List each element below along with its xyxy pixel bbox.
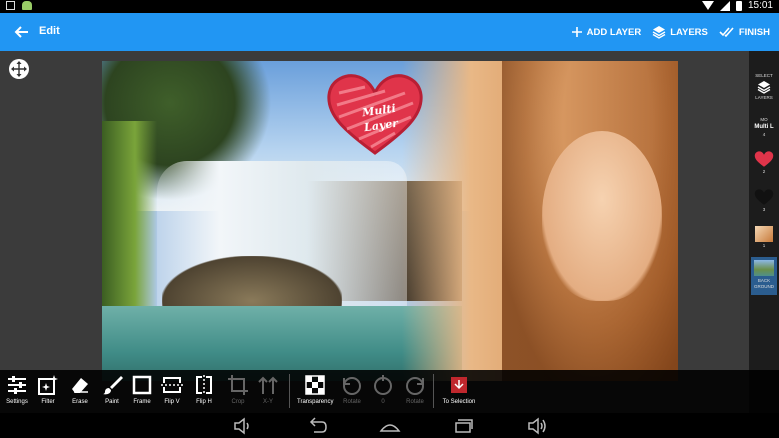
eraser-icon bbox=[72, 378, 88, 393]
flip-h-label: Flip H bbox=[196, 399, 212, 405]
notification-square-icon bbox=[6, 1, 15, 10]
layer-item-text[interactable]: MO Multi L 4 bbox=[751, 117, 777, 138]
rotate-reset-icon bbox=[374, 375, 392, 395]
toolbar-divider bbox=[433, 374, 434, 408]
filter-sparkle-icon bbox=[38, 375, 58, 395]
frame-icon bbox=[132, 375, 152, 395]
flip-v-label: Flip V bbox=[164, 399, 180, 405]
rotate-zero-label: 0 bbox=[381, 399, 385, 405]
frame-tool-button[interactable]: Frame bbox=[127, 372, 157, 411]
rotate-right-label: Rotate bbox=[406, 399, 424, 405]
layer-item-background[interactable]: BACK GROUND bbox=[751, 257, 777, 295]
editor-workspace: Multi Layer bbox=[0, 51, 749, 413]
frame-label: Frame bbox=[133, 399, 151, 405]
layers-button[interactable]: LAYERS bbox=[652, 25, 708, 39]
rotate-reset-tool-button[interactable]: 0 bbox=[368, 372, 398, 411]
to-selection-icon bbox=[451, 377, 467, 393]
android-icon bbox=[22, 1, 32, 10]
layer-item-number: 3 bbox=[762, 207, 766, 212]
to-selection-label: To Selection bbox=[442, 399, 476, 405]
select-label: SELECT bbox=[755, 73, 773, 78]
crop-tool-button[interactable]: Crop bbox=[223, 372, 253, 411]
back-arrow-icon[interactable] bbox=[11, 21, 33, 43]
xy-tool-button[interactable]: X-Y bbox=[253, 372, 283, 411]
layer-item-portrait[interactable]: 1 bbox=[751, 225, 777, 249]
rotate-right-icon bbox=[406, 377, 424, 395]
xy-label: X-Y bbox=[262, 399, 273, 405]
battery-icon bbox=[735, 0, 742, 11]
volume-down-icon[interactable] bbox=[232, 416, 252, 436]
signal-icon bbox=[719, 0, 730, 11]
plus-icon bbox=[571, 27, 582, 37]
system-navigation-bar bbox=[0, 413, 779, 438]
layer-item-label: Multi L bbox=[754, 124, 774, 130]
background-thumbnail bbox=[754, 260, 774, 276]
rotate-right-tool-button[interactable]: Rotate bbox=[400, 372, 430, 411]
transparency-checker-icon bbox=[305, 375, 325, 395]
layer-item-red-heart[interactable]: 2 bbox=[751, 149, 777, 175]
clock: 15:01 bbox=[747, 0, 773, 11]
paintbrush-icon bbox=[103, 376, 123, 395]
layer-panel: SELECT LAYERS MO Multi L 4 2 3 1 BACK GR… bbox=[749, 51, 779, 413]
rotate-left-tool-button[interactable]: Rotate bbox=[337, 372, 367, 411]
layer-item-dark-heart[interactable]: 3 bbox=[751, 187, 777, 213]
settings-tool-button[interactable]: Settings bbox=[2, 372, 32, 411]
finish-button[interactable]: FINISH bbox=[719, 26, 770, 38]
portrait-thumbnail bbox=[755, 226, 773, 242]
transparency-label: Transparency bbox=[297, 399, 334, 405]
wifi-icon bbox=[701, 1, 714, 10]
erase-tool-button[interactable]: Erase bbox=[65, 372, 95, 411]
status-bar: 15:01 bbox=[0, 0, 779, 13]
volume-up-icon[interactable] bbox=[526, 416, 546, 436]
screen-title: Edit bbox=[39, 25, 60, 37]
move-arrows-icon[interactable] bbox=[9, 59, 29, 79]
bottom-toolbar: Settings Filter Erase Paint Frame Flip V… bbox=[0, 370, 779, 413]
paint-tool-button[interactable]: Paint bbox=[97, 372, 127, 411]
rotate-label: Rotate bbox=[343, 399, 361, 405]
transparency-tool-button[interactable]: Transparency bbox=[297, 372, 333, 411]
left-vegetation bbox=[102, 121, 157, 321]
dark-heart-icon bbox=[754, 189, 774, 205]
add-layer-label: ADD LAYER bbox=[586, 26, 642, 38]
layer-item-number: 2 bbox=[762, 169, 766, 174]
face-area bbox=[542, 131, 662, 301]
app-screen: 15:01 Edit ADD LAYER LAYERS FINISH Multi… bbox=[0, 0, 779, 438]
erase-label: Erase bbox=[72, 399, 88, 405]
flip-vertical-tool-button[interactable]: Flip V bbox=[157, 372, 187, 411]
layers-label-small: LAYERS bbox=[755, 95, 773, 100]
to-selection-button[interactable]: To Selection bbox=[441, 372, 477, 411]
paint-label: Paint bbox=[105, 399, 119, 405]
home-nav-icon[interactable] bbox=[379, 416, 401, 436]
crop-label: Crop bbox=[231, 399, 245, 405]
composite-image-canvas[interactable]: Multi Layer bbox=[102, 61, 678, 381]
action-bar: Edit ADD LAYER LAYERS FINISH bbox=[0, 13, 779, 51]
flip-horizontal-icon bbox=[196, 375, 212, 395]
layers-stack-icon bbox=[757, 81, 771, 94]
double-check-icon bbox=[719, 27, 734, 38]
add-layer-button[interactable]: ADD LAYER bbox=[571, 26, 642, 38]
sliders-icon bbox=[8, 376, 26, 394]
filter-tool-button[interactable]: Filter bbox=[33, 372, 63, 411]
finish-label: FINISH bbox=[738, 26, 770, 38]
flip-horizontal-tool-button[interactable]: Flip H bbox=[189, 372, 219, 411]
back-nav-icon[interactable] bbox=[306, 416, 327, 436]
red-heart-icon bbox=[754, 151, 774, 167]
settings-label: Settings bbox=[6, 399, 28, 405]
layer-select-toggle[interactable]: SELECT LAYERS bbox=[751, 73, 777, 101]
filter-label: Filter bbox=[41, 399, 55, 405]
layer-item-label: BACK GROUND bbox=[754, 278, 774, 289]
crop-icon bbox=[228, 375, 248, 395]
flip-vertical-icon bbox=[161, 377, 183, 393]
layers-label: LAYERS bbox=[670, 26, 708, 38]
recent-apps-icon[interactable] bbox=[452, 416, 473, 436]
layers-icon bbox=[652, 26, 666, 39]
toolbar-divider bbox=[289, 374, 290, 408]
xy-arrows-icon bbox=[258, 376, 278, 394]
layer-item-number: 4 bbox=[762, 132, 766, 137]
rotate-left-icon bbox=[343, 377, 361, 395]
layer-item-number: 1 bbox=[762, 243, 766, 248]
